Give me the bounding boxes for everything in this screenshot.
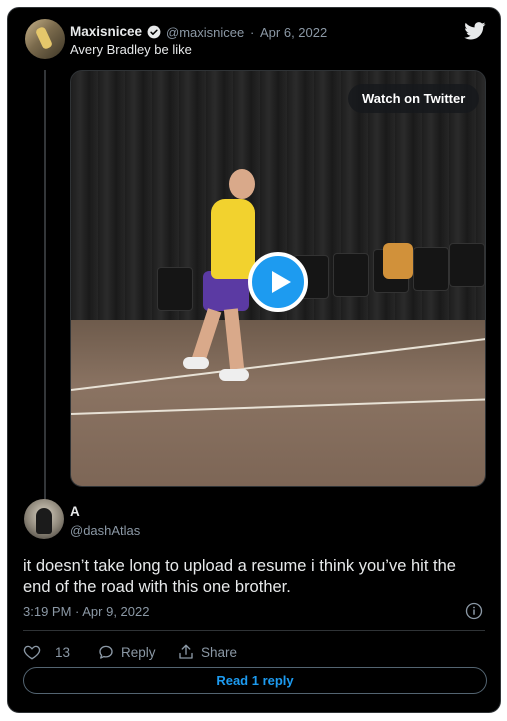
read-replies-button[interactable]: Read 1 reply xyxy=(23,667,487,694)
tweet-embed-card: Maxisnicee @maxisnicee · Apr 6, 2022 Ave… xyxy=(7,7,501,713)
reply-button[interactable]: Reply xyxy=(97,641,156,663)
tweet-date[interactable]: Apr 6, 2022 xyxy=(260,25,327,40)
share-button[interactable]: Share xyxy=(177,641,237,663)
share-label: Share xyxy=(201,644,238,660)
info-icon[interactable] xyxy=(465,602,483,620)
player-head xyxy=(229,169,255,199)
thread-connector-line xyxy=(44,70,46,500)
chair xyxy=(449,243,485,287)
avatar[interactable] xyxy=(24,499,64,539)
twitter-bird-icon[interactable] xyxy=(464,22,486,40)
quoted-tweet-text: Avery Bradley be like xyxy=(70,42,192,57)
divider xyxy=(23,630,485,631)
reply-bubble-icon xyxy=(99,645,113,659)
video-thumbnail[interactable]: Watch on Twitter xyxy=(70,70,486,487)
player-shoe xyxy=(183,357,209,369)
meta-separator: · xyxy=(250,25,255,40)
reply-timestamp[interactable]: 3:19 PM · Apr 9, 2022 xyxy=(23,604,149,619)
like-button[interactable]: 13 xyxy=(23,641,70,663)
verified-badge-icon xyxy=(147,25,161,39)
avatar[interactable] xyxy=(25,19,65,59)
author-handle[interactable]: @maxisnicee xyxy=(166,25,244,40)
play-icon xyxy=(272,271,291,293)
watch-on-twitter-button[interactable]: Watch on Twitter xyxy=(348,84,480,113)
chair xyxy=(413,247,449,291)
play-button[interactable] xyxy=(248,252,308,312)
player-jersey xyxy=(211,199,255,279)
reply-label: Reply xyxy=(121,644,156,660)
like-count: 13 xyxy=(55,644,71,660)
chair xyxy=(157,267,193,311)
share-icon xyxy=(179,644,193,659)
player-shoe xyxy=(219,369,249,381)
author-name[interactable]: Maxisnicee xyxy=(70,24,142,39)
reply-tweet-text: it doesn’t take long to upload a resume … xyxy=(23,557,456,596)
backpack xyxy=(383,243,413,279)
chair xyxy=(333,253,369,297)
reply-author-handle[interactable]: @dashAtlas xyxy=(70,523,140,538)
reply-author-name[interactable]: A xyxy=(70,504,80,519)
heart-icon xyxy=(23,645,41,660)
